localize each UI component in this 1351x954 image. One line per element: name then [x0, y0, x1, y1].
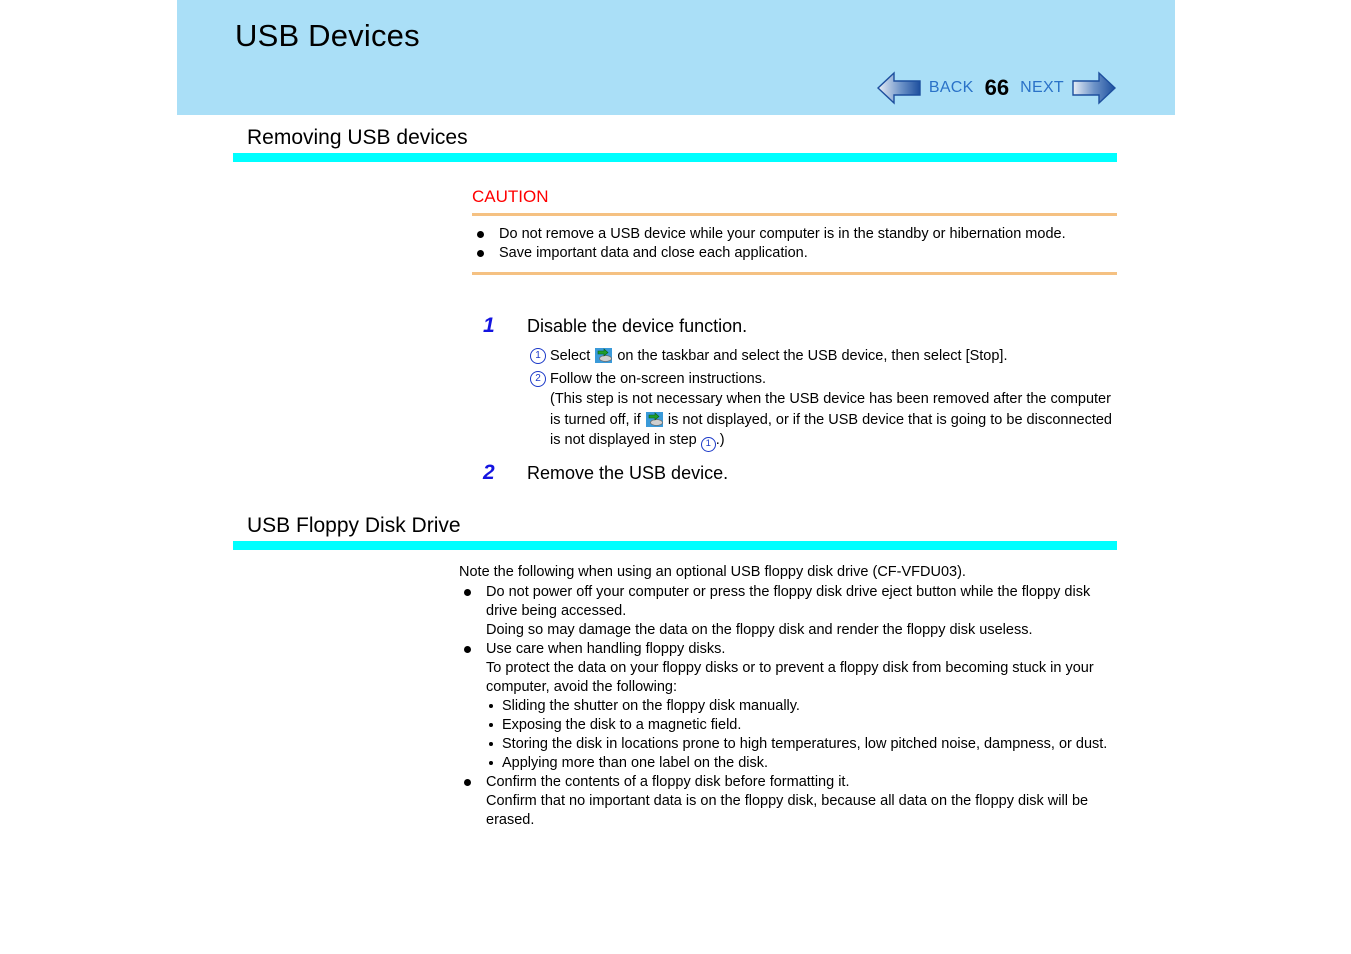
- bullet-icon: [477, 250, 484, 257]
- floppy-subbullet-text: Sliding the shutter on the floppy disk m…: [502, 698, 800, 714]
- step-1: 1 Disable the device function. 1 Select …: [483, 315, 1123, 454]
- section-heading-removing-usb-devices: Removing USB devices: [233, 126, 1117, 162]
- floppy-bullet: Do not power off your computer or press …: [459, 583, 1119, 621]
- caution-item: Do not remove a USB device while your co…: [472, 225, 1117, 244]
- back-label[interactable]: BACK: [929, 79, 974, 97]
- circled-number-ref-icon: 1: [700, 437, 716, 452]
- floppy-bullet: Confirm the contents of a floppy disk be…: [459, 773, 1119, 792]
- section-heading-label: Removing USB devices: [247, 126, 468, 149]
- caution-box: CAUTION Do not remove a USB device while…: [472, 187, 1117, 275]
- sub-bullet-icon: [489, 742, 493, 746]
- floppy-subbullet-text: Exposing the disk to a magnetic field.: [502, 717, 742, 733]
- floppy-bullet-continuation: Confirm that no important data is on the…: [486, 793, 1089, 828]
- back-arrow-icon[interactable]: [876, 71, 922, 105]
- substep-2-text: Follow the on-screen instructions.: [550, 370, 766, 387]
- floppy-bullet: Use care when handling floppy disks.: [459, 640, 1119, 659]
- sub-bullet-icon: [489, 723, 493, 727]
- floppy-intro-text: Note the following when using an optiona…: [459, 564, 966, 580]
- substep-2-note-part-3: .): [715, 432, 725, 448]
- caution-item-text: Save important data and close each appli…: [499, 245, 808, 261]
- page-header-banner: USB Devices BACK 66 NEXT: [177, 0, 1175, 115]
- floppy-subbullet: Storing the disk in locations prone to h…: [486, 735, 1119, 754]
- bullet-icon: [464, 646, 471, 653]
- floppy-subbullet-text: Storing the disk in locations prone to h…: [502, 736, 1108, 752]
- step-2: 2 Remove the USB device.: [483, 462, 1123, 484]
- step-2-number: 2: [483, 461, 495, 484]
- section-heading-usb-floppy-disk-drive: USB Floppy Disk Drive: [233, 514, 1117, 550]
- floppy-bullet-text: Confirm the contents of a floppy disk be…: [486, 774, 850, 790]
- floppy-bullet-text: Do not power off your computer or press …: [486, 584, 1091, 619]
- floppy-subbullet: Sliding the shutter on the floppy disk m…: [486, 697, 1119, 716]
- caution-title: CAUTION: [472, 187, 549, 206]
- floppy-subbullet: Applying more than one label on the disk…: [486, 754, 1119, 773]
- bullet-icon: [464, 779, 471, 786]
- page-navigation: BACK 66 NEXT: [876, 68, 1117, 108]
- section-rule: [233, 541, 1117, 550]
- caution-item: Save important data and close each appli…: [472, 244, 1117, 263]
- step-1-substeps: 1 Select on the taskbar and select the U…: [530, 346, 1118, 452]
- caution-body: Do not remove a USB device while your co…: [472, 216, 1117, 272]
- substep-1-text-after: on the taskbar and select the USB device…: [613, 348, 1008, 364]
- next-label[interactable]: NEXT: [1020, 79, 1064, 97]
- section-rule: [233, 153, 1117, 162]
- section-heading-label: USB Floppy Disk Drive: [247, 514, 461, 537]
- substep-2-note: (This step is not necessary when the USB…: [550, 389, 1118, 452]
- floppy-subbullet-text: Applying more than one label on the disk…: [502, 755, 769, 771]
- sub-bullet-icon: [489, 704, 493, 708]
- circled-number-1-icon: 1: [530, 348, 546, 364]
- floppy-bullet-text: Use care when handling floppy disks.: [486, 641, 726, 657]
- caution-bottom-rule: [472, 272, 1117, 275]
- bullet-icon: [464, 589, 471, 596]
- page-title: USB Devices: [235, 18, 420, 53]
- substep-1: 1 Select on the taskbar and select the U…: [530, 346, 1118, 367]
- safely-remove-hardware-icon: [594, 348, 613, 364]
- step-2-title: Remove the USB device.: [527, 463, 729, 483]
- page-number: 66: [984, 75, 1010, 100]
- substep-1-text-before: Select: [550, 348, 595, 364]
- bullet-icon: [477, 231, 484, 238]
- floppy-bullet-continuation: To protect the data on your floppy disks…: [486, 660, 1094, 695]
- safely-remove-hardware-icon: [645, 411, 664, 428]
- step-1-title: Disable the device function.: [527, 316, 748, 336]
- step-1-number: 1: [483, 314, 495, 337]
- next-arrow-icon[interactable]: [1071, 71, 1117, 105]
- floppy-disk-notes: Note the following when using an optiona…: [459, 563, 1119, 830]
- substep-2: 2 Follow the on-screen instructions. (Th…: [530, 369, 1118, 452]
- sub-bullet-icon: [489, 761, 493, 765]
- floppy-subbullet: Exposing the disk to a magnetic field.: [486, 716, 1119, 735]
- caution-item-text: Do not remove a USB device while your co…: [499, 226, 1066, 242]
- floppy-bullet-continuation: Doing so may damage the data on the flop…: [486, 622, 1033, 638]
- circled-number-2-icon: 2: [530, 370, 546, 387]
